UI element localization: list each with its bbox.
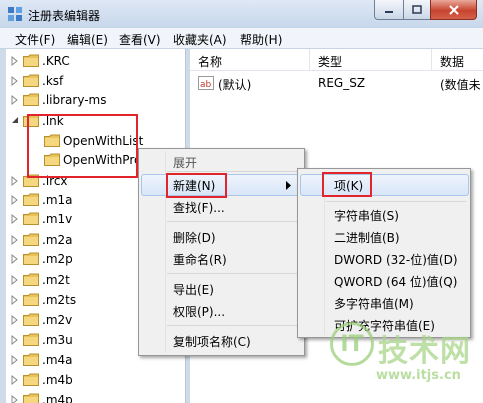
folder-icon (23, 273, 39, 286)
tree-item-label: .m4b (42, 373, 73, 387)
collapsed-arrow-icon[interactable] (11, 335, 19, 345)
tree-item-label: .m3u (42, 333, 73, 347)
annotation-box-lnk (27, 114, 138, 178)
tree-item-label: .m2t (42, 273, 70, 287)
minimize-icon (385, 10, 393, 13)
tree-item-label: .m2p (42, 252, 73, 266)
tree-item-label: .m1v (42, 212, 73, 226)
tree-item-label: .m4p (42, 393, 73, 403)
tree-item-label: .m1a (42, 193, 73, 207)
tree-item[interactable]: .ksf (6, 71, 185, 91)
folder-icon (23, 373, 39, 386)
collapsed-arrow-icon[interactable] (11, 235, 19, 245)
svg-text:ab: ab (200, 80, 212, 90)
context-rename[interactable]: 重命名(R) (173, 251, 227, 268)
column-type[interactable]: 类型 (310, 49, 432, 71)
collapsed-arrow-icon[interactable] (11, 214, 19, 224)
context-copy-key-name[interactable]: 复制项名称(C) (173, 333, 251, 350)
watermark-logo-icon: IT (330, 322, 374, 366)
maximize-icon (412, 4, 422, 14)
submenu-qword-value[interactable]: QWORD (64 位)值(Q) (334, 273, 457, 290)
folder-icon (23, 212, 39, 225)
submenu-dword-value[interactable]: DWORD (32-位)值(D) (334, 251, 458, 268)
collapsed-arrow-icon[interactable] (11, 195, 19, 205)
tree-item[interactable]: .m4b (6, 370, 185, 390)
menu-help[interactable]: 帮助(H) (240, 31, 282, 48)
value-name: (默认) (218, 78, 252, 92)
folder-icon (23, 74, 39, 87)
folder-icon (23, 54, 39, 67)
collapsed-arrow-icon[interactable] (11, 56, 19, 66)
minimize-button[interactable] (374, 0, 404, 20)
submenu-binary-value[interactable]: 二进制值(B) (334, 229, 400, 246)
menu-edit[interactable]: 编辑(E) (67, 31, 108, 48)
collapsed-arrow-icon[interactable] (11, 275, 19, 285)
context-find[interactable]: 查找(F)... (173, 199, 225, 216)
watermark-text: 技术网 (378, 334, 471, 369)
regedit-icon (8, 7, 22, 21)
annotation-box-key (322, 172, 372, 197)
collapsed-arrow-icon[interactable] (11, 95, 19, 105)
annotation-box-new (166, 173, 227, 198)
collapsed-arrow-icon[interactable] (11, 315, 19, 325)
value-data: (数值未 (440, 78, 481, 92)
tree-item-label: .library-ms (42, 93, 107, 107)
tree-item-label: .KRC (42, 54, 70, 68)
tree-item[interactable]: .m4p (6, 390, 185, 403)
folder-icon (23, 313, 39, 326)
submenu-string-value[interactable]: 字符串值(S) (334, 207, 399, 224)
close-icon (448, 4, 459, 15)
folder-icon (23, 353, 39, 366)
close-button[interactable] (430, 0, 477, 20)
column-data[interactable]: 数据 (432, 49, 483, 71)
tree-item-label: .m4a (42, 353, 73, 367)
watermark-url: www.itjs.cn (376, 368, 461, 383)
tree-item-label: .m2a (42, 233, 73, 247)
collapsed-arrow-icon[interactable] (11, 254, 19, 264)
maximize-button[interactable] (403, 0, 431, 20)
menu-view[interactable]: 查看(V) (119, 31, 161, 48)
folder-icon (23, 293, 39, 306)
context-expand[interactable]: 展开 (173, 154, 197, 171)
title-bar: 注册表编辑器 (0, 0, 483, 28)
menu-bar: 文件(F) 编辑(E) 查看(V) 收藏夹(A) 帮助(H) (0, 28, 483, 49)
folder-icon (23, 193, 39, 206)
tree-item-label: .m2ts (42, 293, 77, 307)
expanded-arrow-icon[interactable] (11, 116, 19, 126)
string-value-icon: ab (198, 76, 214, 90)
folder-icon (23, 252, 39, 265)
context-export[interactable]: 导出(E) (173, 281, 214, 298)
collapsed-arrow-icon[interactable] (11, 375, 19, 385)
column-name[interactable]: 名称 (190, 49, 310, 71)
collapsed-arrow-icon[interactable] (11, 176, 19, 186)
context-delete[interactable]: 删除(D) (173, 229, 216, 246)
tree-item[interactable]: .library-ms (6, 90, 185, 110)
collapsed-arrow-icon[interactable] (11, 395, 19, 403)
folder-icon (23, 233, 39, 246)
folder-icon (23, 393, 39, 403)
submenu-multistring-value[interactable]: 多字符串值(M) (334, 295, 414, 312)
tree-item-label: .ksf (42, 74, 64, 88)
submenu-arrow-icon (286, 181, 291, 190)
window-title: 注册表编辑器 (28, 9, 101, 23)
menu-favorites[interactable]: 收藏夹(A) (173, 31, 227, 48)
folder-icon (23, 93, 39, 106)
tree-item-label: .m2v (42, 313, 73, 327)
collapsed-arrow-icon[interactable] (11, 295, 19, 305)
value-type: REG_SZ (318, 76, 366, 90)
context-permissions[interactable]: 权限(P)... (173, 303, 225, 320)
collapsed-arrow-icon[interactable] (11, 76, 19, 86)
tree-item[interactable]: .KRC (6, 51, 185, 71)
collapsed-arrow-icon[interactable] (11, 355, 19, 365)
folder-icon (23, 333, 39, 346)
menu-file[interactable]: 文件(F) (15, 31, 55, 48)
